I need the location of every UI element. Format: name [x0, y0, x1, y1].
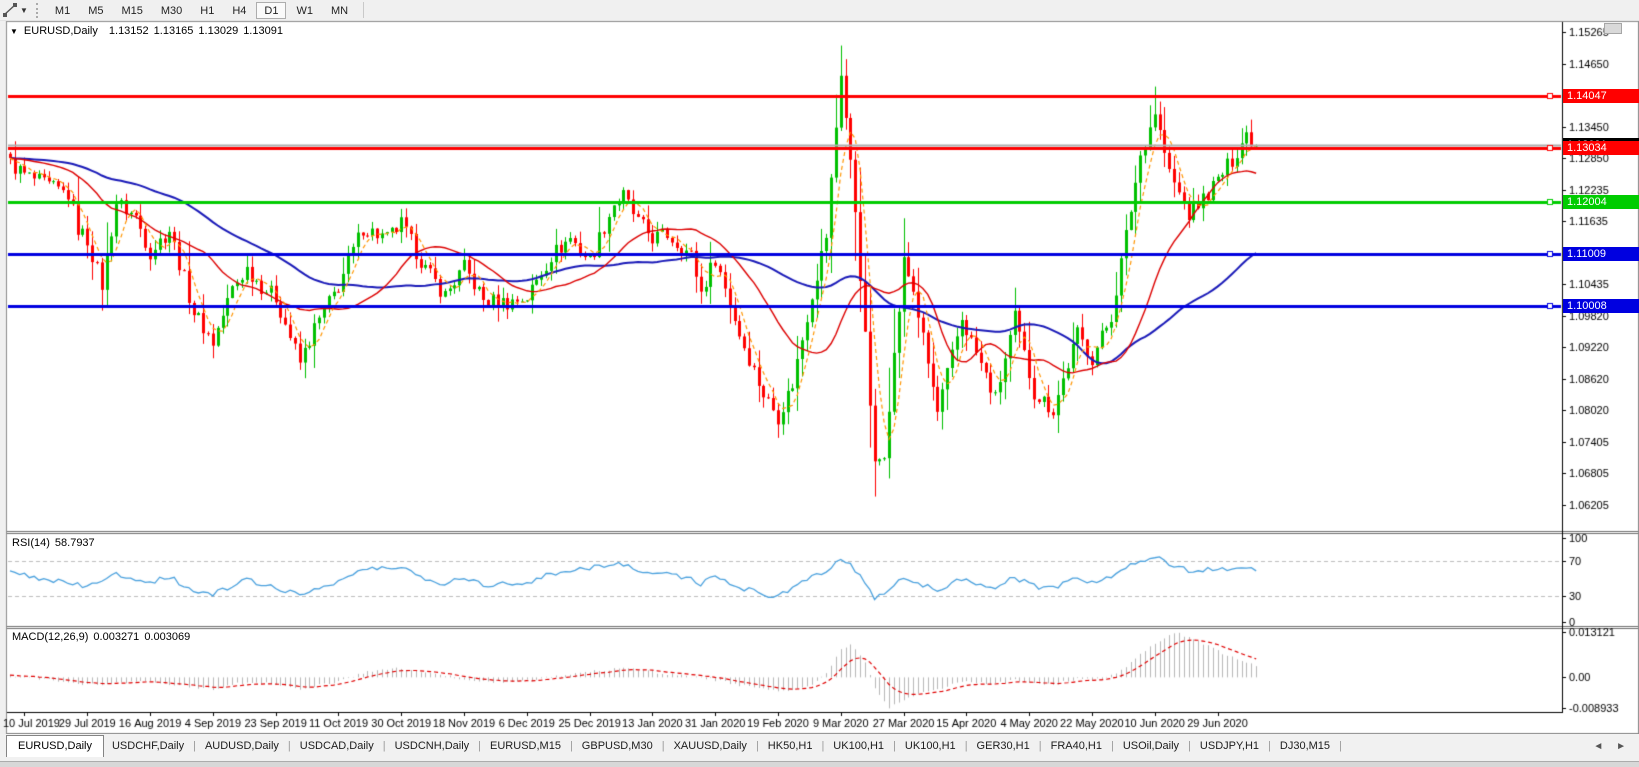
chart-title: ▼ EURUSD,Daily 1.13152 1.13165 1.13029 1.1309…: [10, 25, 283, 37]
resistance-lower-badge: 1.13034: [1563, 141, 1639, 155]
chart-tab-usdjpy-h1[interactable]: USDJPY,H1: [1192, 735, 1267, 756]
tabs-scroll-left-icon[interactable]: ◄: [1593, 741, 1608, 752]
chart-tab-audusd-daily[interactable]: AUDUSD,Daily: [197, 735, 287, 756]
chevron-down-icon[interactable]: ▼: [20, 6, 28, 15]
toolbar: ▼ M1 M5 M15 M30 H1 H4 D1 W1 MN: [0, 0, 1639, 21]
tab-separator: |: [478, 740, 482, 752]
chart-tab-eurusd-m15[interactable]: EURUSD,M15: [482, 735, 569, 756]
tab-separator: |: [821, 740, 825, 752]
chart-scrollbar-thumb[interactable]: [1604, 23, 1622, 34]
chart-tabs-bar: EURUSD,Daily USDCHF,Daily | AUDUSD,Daily | US…: [0, 734, 1639, 761]
toolbar-grip: [35, 2, 40, 18]
chart-tabs: EURUSD,Daily USDCHF,Daily | AUDUSD,Daily | US…: [0, 734, 1343, 757]
tab-separator: |: [1038, 740, 1042, 752]
chart-tab-uk100-h1[interactable]: UK100,H1: [825, 735, 892, 756]
tab-separator: |: [964, 740, 968, 752]
open-value: 1.13152: [108, 25, 149, 37]
timeframe-buttons: M1 M5 M15 M30 H1 H4 D1 W1 MN: [46, 1, 357, 19]
tab-separator: |: [755, 740, 759, 752]
chart-tab-ger30-h1[interactable]: GER30,H1: [969, 735, 1038, 756]
chart-tab-xauusd-daily[interactable]: XAUUSD,Daily: [666, 735, 755, 756]
timeframe-button-h1[interactable]: H1: [192, 2, 222, 19]
chart-tab-usdcad-daily[interactable]: USDCAD,Daily: [292, 735, 382, 756]
tabs-scroll-right-icon[interactable]: ►: [1616, 741, 1631, 752]
timeframe-button-h4[interactable]: H4: [224, 2, 254, 19]
toolbar-divider: [363, 2, 365, 18]
low-value: 1.13029: [198, 25, 239, 37]
chart-canvas[interactable]: [0, 0, 1639, 735]
trendline-tool-glyph: [3, 3, 17, 17]
support-blue-2-badge: 1.10008: [1563, 299, 1639, 313]
chart-tab-dj30-m15[interactable]: DJ30,M15: [1272, 735, 1338, 756]
tab-separator: |: [569, 740, 573, 752]
macd-signal-value: 0.003069: [144, 631, 191, 643]
timeframe-button-m15[interactable]: M15: [113, 2, 150, 19]
support-green-badge: 1.12004: [1563, 195, 1639, 209]
trendline-tool-icon[interactable]: [2, 2, 18, 18]
tab-scroll-arrows: ◄ ►: [1593, 741, 1631, 752]
timeframe-button-d1[interactable]: D1: [256, 2, 287, 19]
macd-main-value: 0.003271: [93, 631, 140, 643]
resistance-upper-badge: 1.14047: [1563, 89, 1639, 103]
chart-tab-usoil-daily[interactable]: USOil,Daily: [1115, 735, 1187, 756]
tab-separator: |: [193, 740, 196, 752]
high-value: 1.13165: [153, 25, 194, 37]
timeframe-button-m5[interactable]: M5: [80, 2, 111, 19]
tab-separator: |: [1268, 740, 1271, 752]
rsi-value: 58.7937: [54, 537, 95, 549]
chart-tab-usdcnh-daily[interactable]: USDCNH,Daily: [387, 735, 478, 756]
timeframe-button-mn[interactable]: MN: [323, 2, 356, 19]
timeframe-button-w1[interactable]: W1: [288, 2, 321, 19]
tab-separator: |: [1110, 740, 1114, 752]
tab-separator: |: [1188, 740, 1191, 752]
rsi-indicator-name: RSI(14): [12, 537, 50, 549]
macd-label: MACD(12,26,9) 0.003271 0.003069: [12, 631, 195, 643]
tab-separator: |: [893, 740, 896, 752]
chart-tab-hk50-h1[interactable]: HK50,H1: [760, 735, 821, 756]
chart-tab-eurusd-daily[interactable]: EURUSD,Daily: [6, 735, 104, 757]
tab-separator: |: [382, 740, 386, 752]
status-bar: [0, 761, 1639, 767]
chart-tab-gbpusd-m30[interactable]: GBPUSD,M30: [574, 735, 661, 756]
chart-tab-uk100-h1[interactable]: UK100,H1: [897, 735, 964, 756]
rsi-label: RSI(14) 58.7937: [12, 537, 100, 549]
close-value: 1.13091: [243, 25, 283, 37]
tab-separator: |: [287, 740, 291, 752]
macd-indicator-name: MACD(12,26,9): [12, 631, 89, 643]
chart-tab-fra40-h1[interactable]: FRA40,H1: [1043, 735, 1110, 756]
timeframe-button-m1[interactable]: M1: [47, 2, 78, 19]
tab-separator: |: [1339, 740, 1342, 752]
symbol-label: EURUSD,Daily: [23, 25, 98, 37]
timeframe-button-m30[interactable]: M30: [153, 2, 190, 19]
collapse-triangle-icon[interactable]: ▼: [10, 27, 18, 36]
chart-tab-usdchf-daily[interactable]: USDCHF,Daily: [104, 735, 192, 756]
tab-separator: |: [661, 740, 665, 752]
support-blue-1-badge: 1.11009: [1563, 247, 1639, 261]
